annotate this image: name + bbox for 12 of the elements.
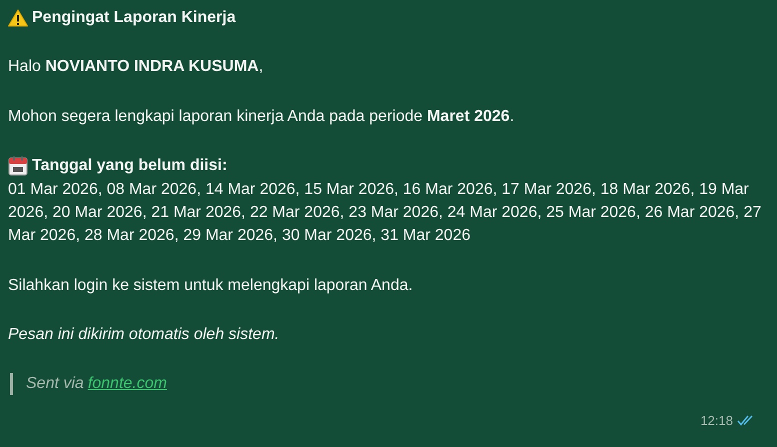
greeting-text: Halo NOVIANTO INDRA KUSUMA, [8,57,264,78]
instruction-text: Silahkan login ke sistem untuk melengkapi laporan Anda. [8,276,414,296]
section-heading: Tanggal yang belum diisi: [32,156,228,176]
calendar-icon [8,156,28,176]
warning-icon [8,8,28,27]
date-list: 01 Mar 2026, 08 Mar 2026, 14 Mar 2026, 15 Mar 2026, 16 Mar 2026, 17 Mar 2026, 18 Mar 2026, 19 Mar 2026, 20 Mar 2026, 21 Mar 2026, 22 Mar 2026, 23 Mar 2026, 24 Mar 2026, 25 Mar 2026, 26 Mar 2026, 27 Mar 2026, 28 Mar 2026, 29 Mar 2026, 30 Mar 2026, 31 Mar 2026 [8,178,769,248]
link[interactable]: fonnte.com [88,372,167,395]
timestamp: 12:18 [700,412,733,428]
request-text: Mohon segera lengkapi laporan kinerja Anda pada periode Maret 2026. [8,106,516,127]
footer-note: Pesan ini dikirim otomatis oleh sistem. [8,325,280,346]
message-title: Pengingat Laporan Kinerja [32,8,236,28]
quote-text: Sent via [26,374,84,394]
